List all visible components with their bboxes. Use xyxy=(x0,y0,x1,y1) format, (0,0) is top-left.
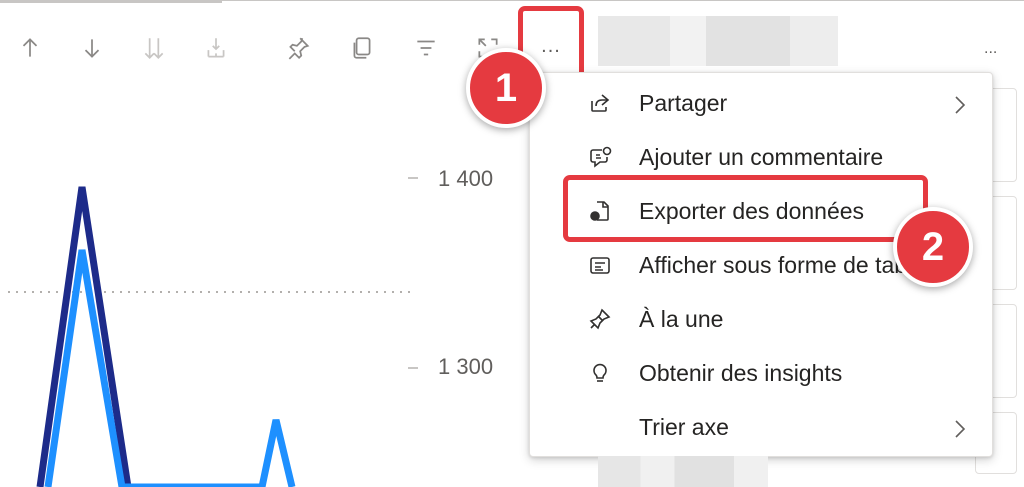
copy-visual-button[interactable] xyxy=(340,22,384,74)
drill-all-button[interactable] xyxy=(132,22,176,74)
y-tick-label: 1 400 xyxy=(438,166,494,191)
comment-icon xyxy=(586,143,614,171)
filter-button[interactable] xyxy=(404,22,448,74)
insights-icon xyxy=(586,359,614,387)
menu-item-label: Afficher sous forme de table xyxy=(639,251,925,278)
menu-item-share[interactable]: Partager xyxy=(530,77,992,129)
right-more-options-icon[interactable]: ... xyxy=(984,40,997,58)
menu-item-spotlight[interactable]: À la une xyxy=(530,293,992,345)
blurred-visual-label xyxy=(598,456,768,487)
blurred-visual-title xyxy=(598,16,838,66)
y-tick-label: 1 300 xyxy=(438,354,494,379)
pin-icon xyxy=(288,37,310,60)
menu-item-label: À la une xyxy=(639,305,724,332)
sort-ascending-icon xyxy=(22,38,38,57)
sort-descending-icon xyxy=(84,39,100,58)
menu-item-label: Obtenir des insights xyxy=(639,359,843,386)
export-data-highlight xyxy=(563,175,928,242)
expand-hierarchy-icon xyxy=(207,38,225,58)
menu-item-sort-axis[interactable]: Trier axe xyxy=(530,401,992,453)
menu-item-label: Ajouter un commentaire xyxy=(639,143,884,170)
filter-icon xyxy=(417,40,435,56)
chevron-right-icon xyxy=(950,93,970,114)
menu-item-get-insights[interactable]: Obtenir des insights xyxy=(530,347,992,399)
spotlight-icon xyxy=(586,305,614,333)
line-chart-plot xyxy=(8,177,418,487)
line-chart: 1 400 1 300 xyxy=(0,90,600,487)
table-view-icon xyxy=(586,251,614,279)
sort-both-icon xyxy=(144,38,164,59)
active-tab-underline xyxy=(0,0,222,3)
menu-item-label: Trier axe xyxy=(639,413,729,440)
step-badge-1: 1 xyxy=(466,48,546,128)
more-options-icon: ... xyxy=(541,34,561,57)
copy-visual-icon xyxy=(353,37,371,59)
chevron-right-icon xyxy=(950,417,970,438)
menu-item-label: Partager xyxy=(639,89,728,116)
series-line-light xyxy=(44,249,296,487)
header-divider xyxy=(222,0,1024,1)
share-icon xyxy=(586,89,614,117)
expand-hierarchy-button[interactable] xyxy=(194,22,238,74)
sort-descending-button[interactable] xyxy=(70,22,114,74)
pin-visual-button[interactable] xyxy=(276,22,320,74)
visual-header-border xyxy=(0,0,1024,4)
sort-ascending-button[interactable] xyxy=(8,22,52,74)
step-badge-2: 2 xyxy=(893,207,973,287)
